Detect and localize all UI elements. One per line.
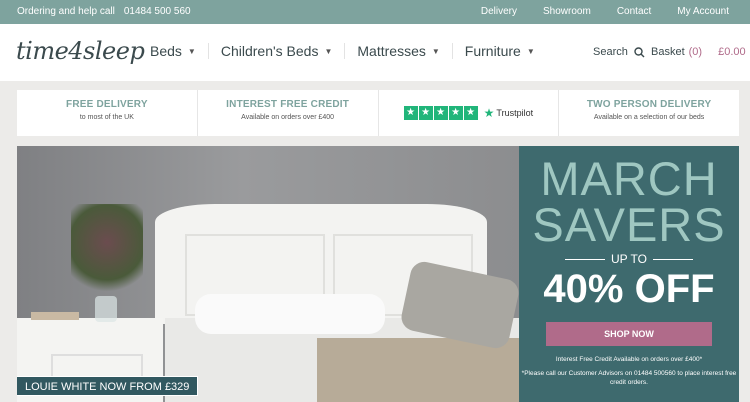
up-to-label: UP TO [610, 252, 648, 266]
promo-note-credit: Interest Free Credit Available on orders… [555, 356, 703, 363]
chevron-down-icon: ▼ [324, 46, 333, 56]
vase-image [95, 296, 117, 322]
basket-count: (0) [688, 46, 703, 58]
basket-total: £0.00 [718, 46, 746, 58]
link-delivery[interactable]: Delivery [481, 6, 517, 17]
nav-mattresses[interactable]: Mattresses ▼ [344, 43, 451, 59]
link-my-account[interactable]: My Account [677, 6, 729, 17]
help-label: Ordering and help call [17, 6, 115, 17]
benefit-subtitle: Available on orders over £400 [241, 114, 335, 121]
pillow-white [195, 294, 385, 334]
nav-childrens-beds[interactable]: Children's Beds ▼ [207, 43, 345, 59]
nav-beds[interactable]: Beds ▼ [150, 43, 208, 59]
promo-note-call: *Please call our Customer Advisors on 01… [521, 370, 737, 386]
benefit-title: FREE DELIVERY [66, 99, 148, 110]
main-nav: Beds ▼ Children's Beds ▼ Mattresses ▼ Furni… [150, 43, 547, 59]
hero-banner[interactable]: LOUIE WHITE NOW FROM £329 MARCH SAVERS U… [17, 146, 739, 402]
star-icon: ★ [433, 106, 448, 120]
divider [564, 258, 605, 260]
promo-discount: 40% OFF [543, 267, 715, 311]
nav-childrens-beds-label: Children's Beds [220, 43, 319, 59]
top-bar: Ordering and help call 01484 500 560 Deli… [0, 0, 750, 24]
logo-text: time4sleep [16, 37, 145, 65]
nav-mattresses-label: Mattresses [357, 43, 426, 59]
trustpilot-logo: ★ Trustpilot [484, 106, 533, 120]
help-phone[interactable]: 01484 500 560 [124, 6, 191, 17]
search-button[interactable]: Search [593, 46, 645, 58]
site-header: time4sleep Beds ▼ Children's Beds ▼ Mattre… [0, 24, 750, 81]
chevron-down-icon: ▼ [187, 46, 196, 56]
star-icon: ★ [448, 106, 463, 120]
promo-headline-2: SAVERS [532, 198, 726, 251]
nav-furniture[interactable]: Furniture ▼ [451, 43, 547, 59]
nav-furniture-label: Furniture [464, 43, 521, 59]
benefit-interest-free-credit[interactable]: INTEREST FREE CREDIT Available on orders… [196, 90, 378, 136]
promo-panel: MARCH SAVERS UP TO 40% OFF SHOP NOW Inte… [519, 146, 739, 402]
shop-now-button[interactable]: SHOP NOW [546, 322, 712, 346]
product-caption-link[interactable]: LOUIE WHITE NOW FROM £329 [17, 376, 199, 396]
star-rating: ★ ★ ★ ★ ★ [403, 106, 478, 120]
benefit-subtitle: Available on a selection of our beds [593, 114, 705, 121]
help-line: Ordering and help call 01484 500 560 [17, 6, 191, 17]
benefit-title: INTEREST FREE CREDIT [226, 99, 350, 110]
search-label: Search [593, 46, 628, 58]
basket-label: Basket [651, 46, 685, 58]
bed-throw [317, 338, 519, 402]
chevron-down-icon: ▼ [431, 46, 440, 56]
link-contact[interactable]: Contact [617, 6, 651, 17]
plant-image [71, 204, 143, 300]
benefit-two-person-delivery[interactable]: TWO PERSON DELIVERY Available on a selec… [558, 90, 739, 136]
trustpilot-label: Trustpilot [496, 108, 534, 118]
nav-beds-label: Beds [150, 43, 182, 59]
star-icon: ★ [418, 106, 433, 120]
divider [653, 258, 694, 260]
promo-headline-1: MARCH [540, 152, 718, 205]
site-logo[interactable]: time4sleep [16, 37, 145, 65]
books-image [31, 312, 79, 320]
benefit-subtitle: to most of the UK [79, 114, 134, 121]
promo-up-to: UP TO [519, 252, 739, 266]
chevron-down-icon: ▼ [526, 46, 535, 56]
basket-button[interactable]: Basket (0) £0.00 [651, 46, 746, 58]
benefit-title: TWO PERSON DELIVERY [586, 99, 712, 110]
star-icon: ★ [463, 106, 478, 120]
link-showroom[interactable]: Showroom [543, 6, 591, 17]
trustpilot-star-icon: ★ [483, 106, 495, 120]
search-icon [634, 46, 645, 57]
benefit-free-delivery[interactable]: FREE DELIVERY to most of the UK [17, 90, 197, 136]
benefits-strip: FREE DELIVERY to most of the UK INTEREST… [17, 90, 739, 136]
star-icon: ★ [403, 106, 418, 120]
trustpilot-rating[interactable]: ★ ★ ★ ★ ★ ★ Trustpilot [377, 90, 559, 136]
bedroom-photo[interactable]: LOUIE WHITE NOW FROM £329 [17, 146, 519, 402]
utility-links: Delivery Showroom Contact My Account [481, 6, 729, 17]
